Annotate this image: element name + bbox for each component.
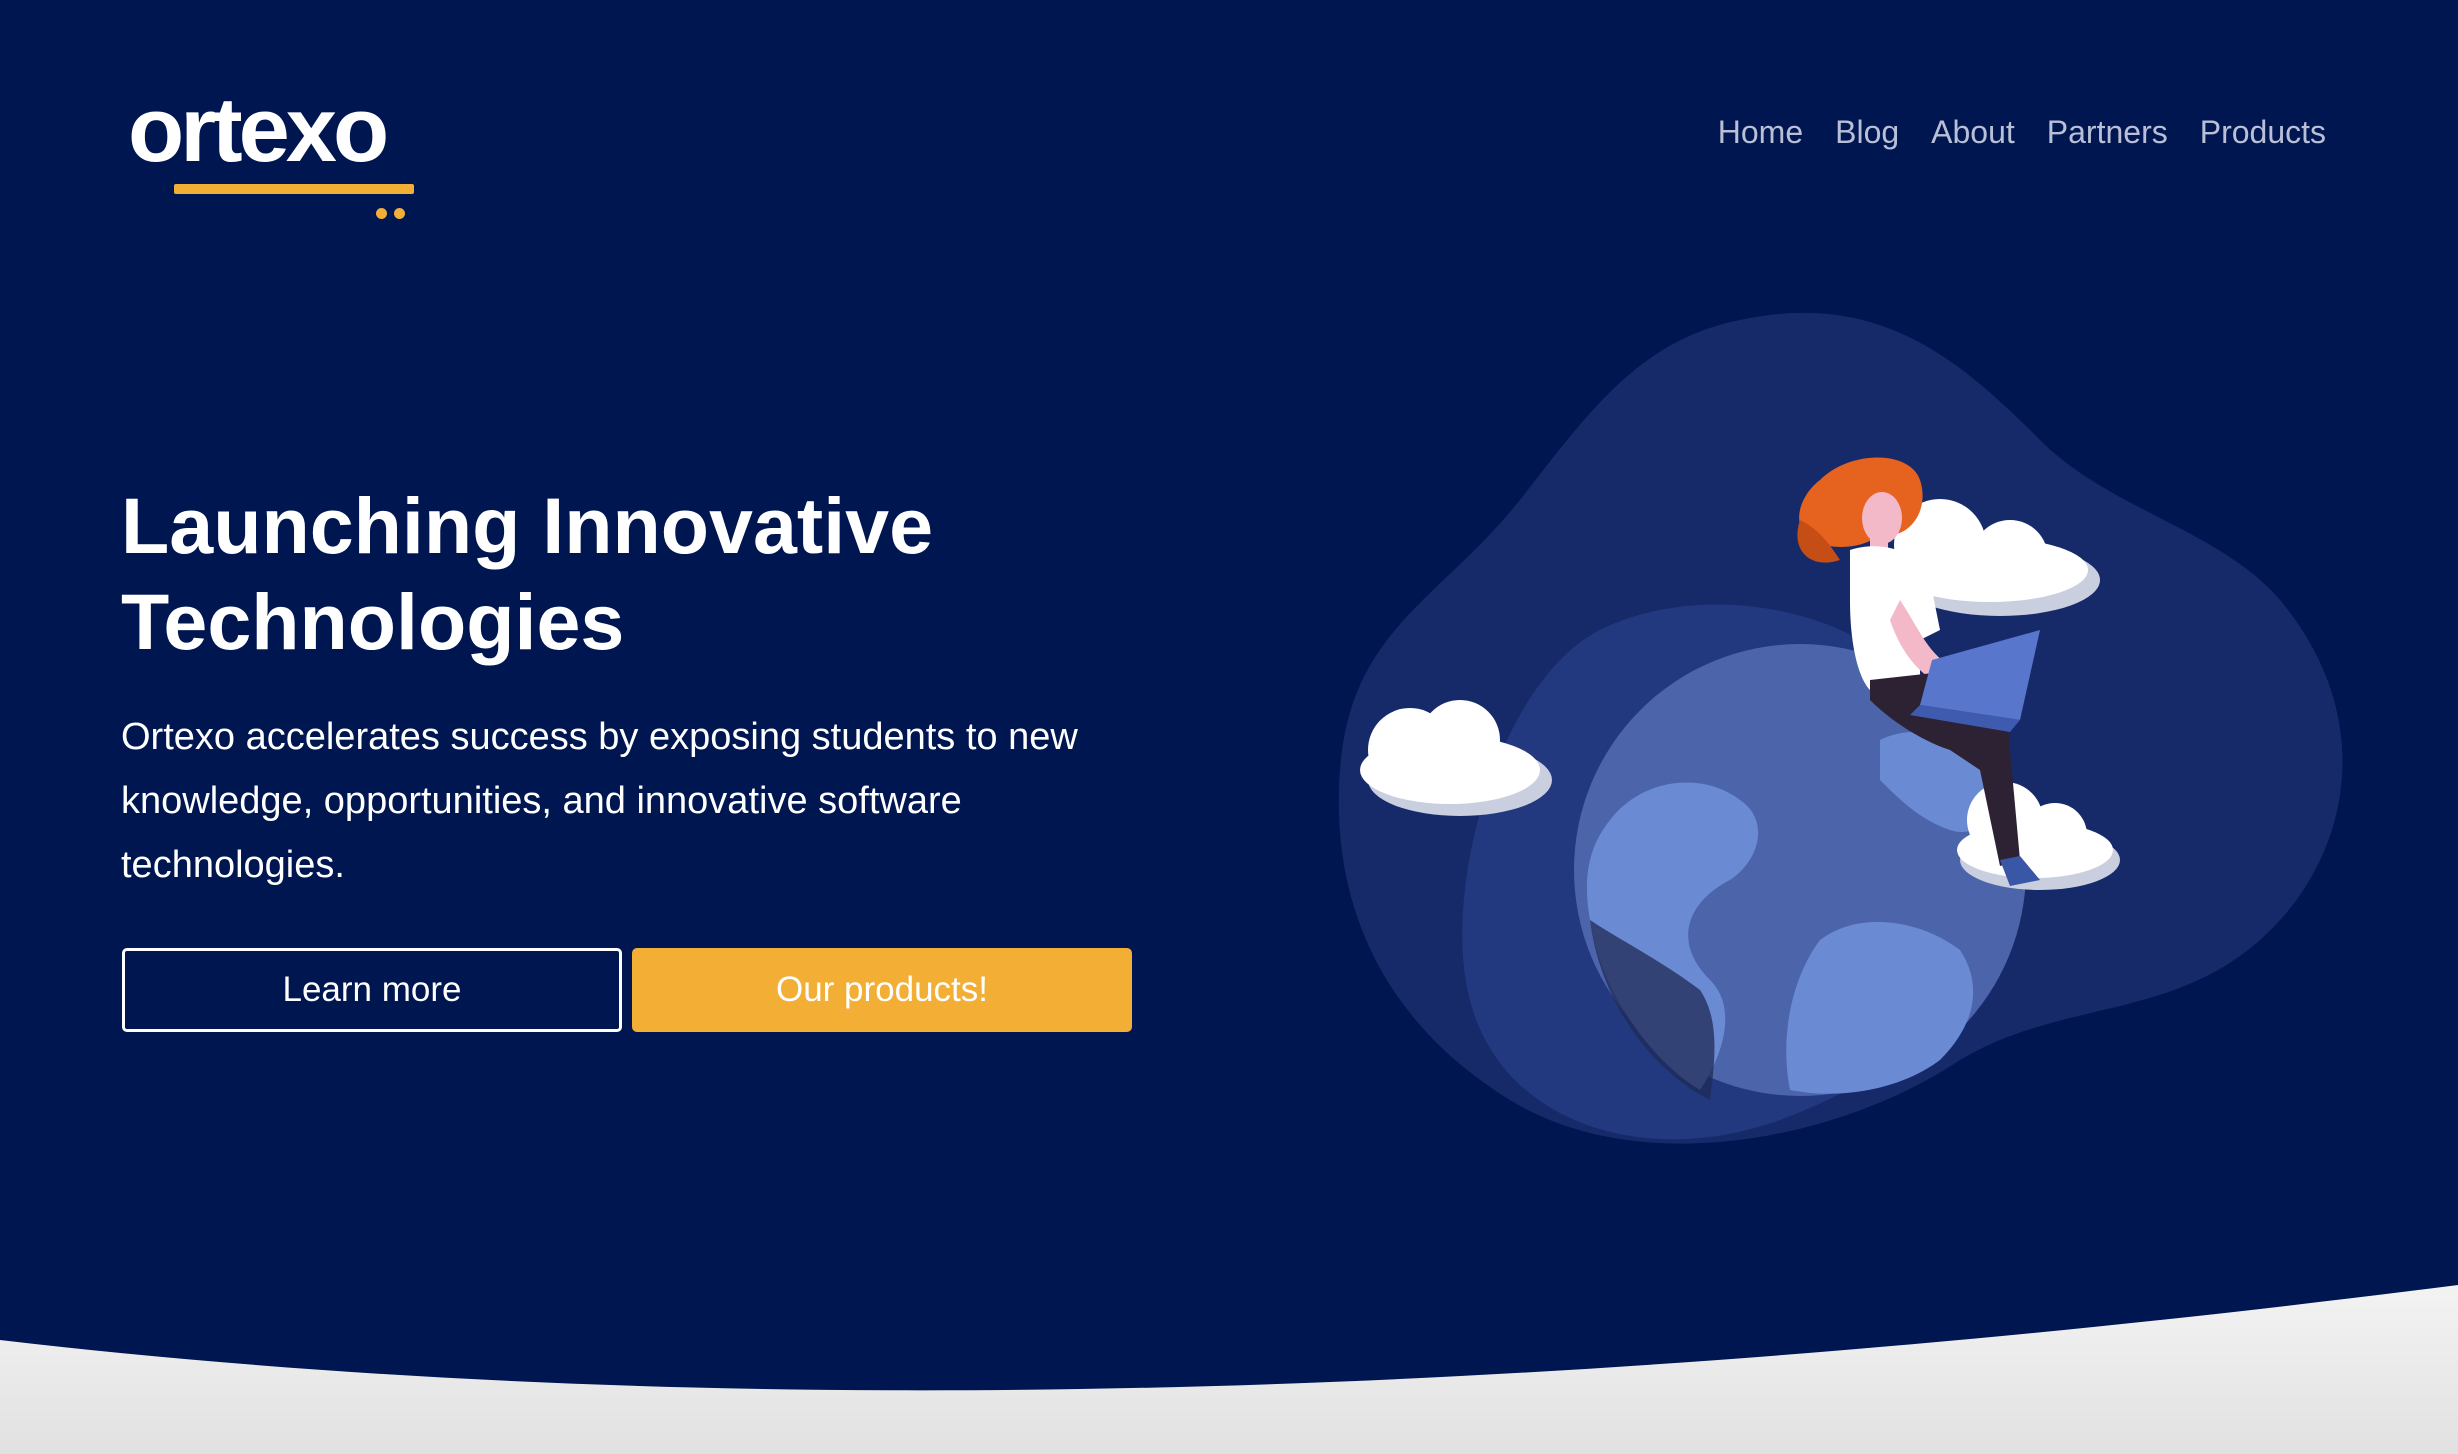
- hero-description: Ortexo accelerates success by exposing s…: [121, 716, 1078, 886]
- main-nav: Home Blog About Partners Products: [1718, 110, 2326, 154]
- person-on-globe-with-laptop-illustration: [1338, 312, 2343, 1144]
- hero-headline: Launching Innovative Technologies: [121, 478, 933, 670]
- nav-products-link[interactable]: Products: [2200, 110, 2326, 154]
- our-products-button[interactable]: Our products!: [632, 948, 1132, 1032]
- hero-headline-line2: Technologies: [121, 577, 625, 666]
- hero-section: ortexo Home Blog About Partners Products…: [0, 0, 2458, 1454]
- nav-home-link[interactable]: Home: [1718, 110, 1803, 154]
- logo-wordmark: ortexo: [128, 79, 389, 181]
- learn-more-button[interactable]: Learn more: [122, 948, 622, 1032]
- nav-blog-link[interactable]: Blog: [1835, 110, 1899, 154]
- nav-about-link[interactable]: About: [1931, 110, 2015, 154]
- nav-partners-link[interactable]: Partners: [2047, 110, 2168, 154]
- logo-dot: [394, 208, 405, 219]
- logo-underline: [174, 184, 414, 194]
- bottom-wave-divider: [0, 1285, 2458, 1454]
- logo-dot: [376, 208, 387, 219]
- brand-logo[interactable]: ortexo: [128, 79, 428, 219]
- hero-headline-line1: Launching Innovative: [121, 481, 934, 570]
